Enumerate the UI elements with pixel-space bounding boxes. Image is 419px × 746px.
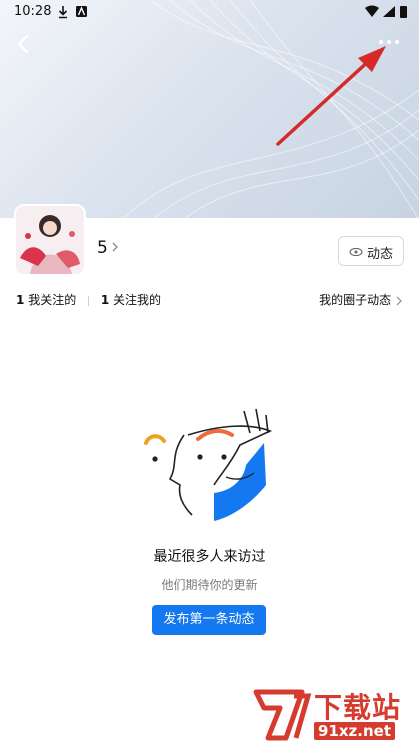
my-circle-label: 我的圈子动态 <box>319 293 392 307</box>
status-system-icons <box>365 4 409 23</box>
battery-icon <box>400 6 407 18</box>
follow-stats: 1 我关注的 1 关注我的 <box>16 291 161 308</box>
status-bar: 10:28 <box>0 0 419 24</box>
download-icon <box>58 6 87 19</box>
empty-state-subtitle: 他们期待你的更新 <box>161 578 258 592</box>
activity-button-label: 动态 <box>367 247 394 262</box>
following-count: 1 <box>16 293 25 307</box>
avatar[interactable] <box>14 204 86 276</box>
avatar-image <box>16 206 84 274</box>
following-stat[interactable]: 1 我关注的 <box>16 293 80 307</box>
watermark-brand: 下载站 <box>314 691 402 724</box>
following-label: 我关注的 <box>28 293 77 307</box>
watermark-url: 91xz.net <box>314 722 396 740</box>
stat-divider <box>88 295 90 306</box>
wifi-icon <box>365 5 379 17</box>
empty-state-illustration <box>144 408 273 521</box>
annotation-arrow <box>276 46 386 146</box>
chevron-right-icon <box>396 296 402 305</box>
activity-button[interactable]: 动态 <box>338 236 404 266</box>
chevron-right-icon <box>112 242 118 252</box>
status-notification-icons <box>58 4 92 23</box>
signal-icon <box>383 6 395 17</box>
eye-icon <box>349 247 363 257</box>
publish-first-post-button[interactable]: 发布第一条动态 <box>152 605 266 635</box>
followers-label: 关注我的 <box>113 293 162 307</box>
followers-count: 1 <box>100 293 110 307</box>
my-circle-link[interactable]: 我的圈子动态 <box>319 291 403 308</box>
empty-state-title: 最近很多人来访过 <box>153 549 266 565</box>
followers-stat[interactable]: 1 关注我的 <box>101 293 161 307</box>
status-time: 10:28 <box>14 4 52 19</box>
profile-name[interactable]: 5 <box>97 238 108 258</box>
